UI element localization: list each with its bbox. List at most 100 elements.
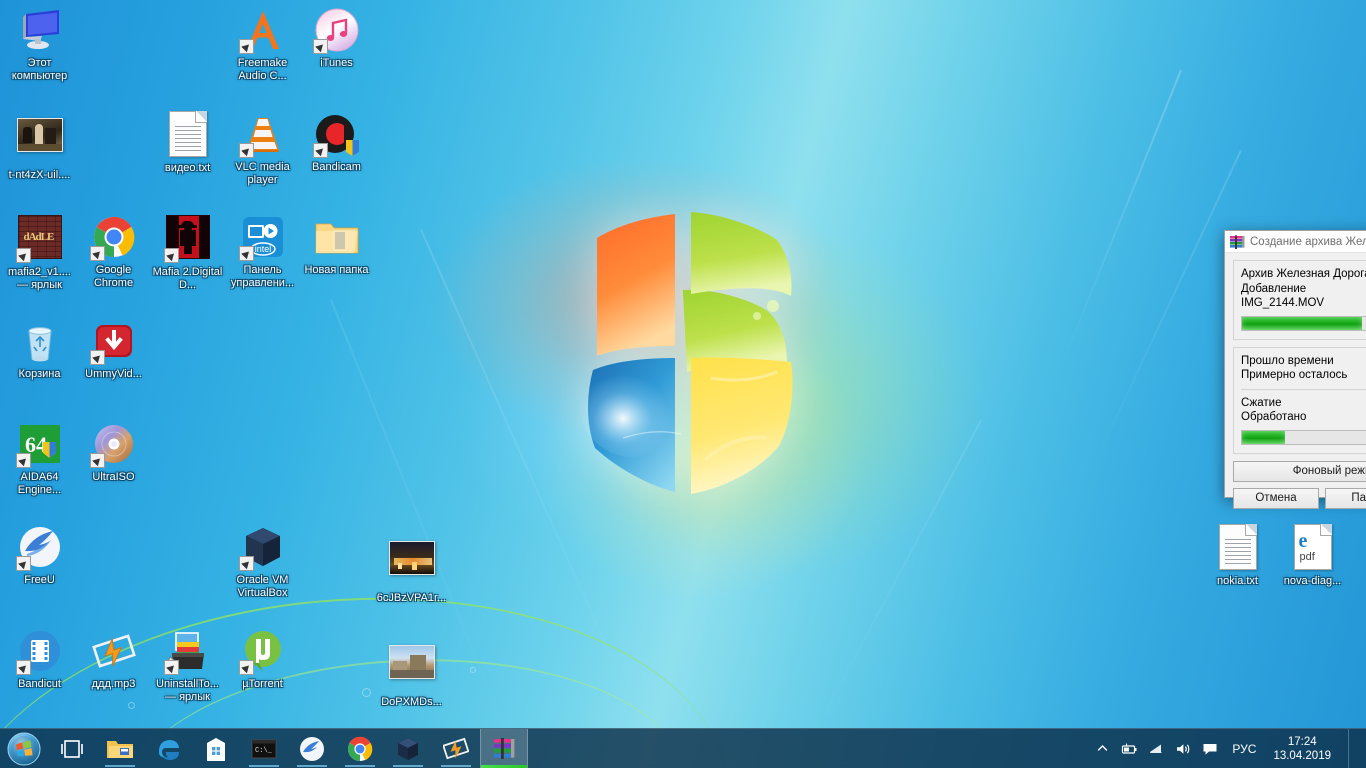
- desktop-icon[interactable]: intel Панель управлени...: [225, 213, 300, 289]
- desktop-icon-label: FreeU: [24, 574, 55, 586]
- desktop-icon[interactable]: ддд.mp3: [76, 627, 151, 691]
- processed-label: Обработано: [1241, 411, 1307, 423]
- taskbar-item-explorer[interactable]: [96, 729, 144, 768]
- txt-icon: [1214, 524, 1262, 572]
- wallpaper-streak: [1100, 150, 1242, 450]
- desktop-icon[interactable]: Bandicut: [2, 627, 77, 691]
- desktop-icon-label: iTunes: [320, 57, 353, 69]
- desktop-icon[interactable]: t-nt4zX-uil....: [2, 110, 77, 182]
- cancel-button[interactable]: Отмена: [1233, 487, 1319, 509]
- wifi-icon[interactable]: [1147, 740, 1165, 758]
- dialog-titlebar[interactable]: Создание архива Железная Дорога.rar: [1225, 231, 1366, 253]
- desktop-icon[interactable]: 64 AIDA64 Engine...: [2, 420, 77, 496]
- shortcut-arrow-icon: [238, 143, 254, 158]
- volume-icon[interactable]: [1174, 740, 1192, 758]
- taskbar-item-virtualbox[interactable]: [384, 729, 432, 768]
- desktop-icon[interactable]: Freemake Audio C...: [225, 6, 300, 82]
- desktop-icon[interactable]: Новая папка: [299, 213, 374, 277]
- battery-icon[interactable]: [1120, 740, 1138, 758]
- desktop-icon[interactable]: UmmyVid...: [76, 317, 151, 381]
- total-progress-bar: [1241, 315, 1366, 331]
- desktop-icon[interactable]: nokia.txt: [1200, 523, 1275, 588]
- recycle-icon: [16, 317, 64, 365]
- bandicam-icon: [312, 110, 361, 158]
- desktop-icon[interactable]: VLC media player: [225, 110, 300, 186]
- desktop-icon[interactable]: Этот компьютер: [2, 6, 77, 82]
- vbox-icon: [238, 523, 287, 571]
- desktop-icon-label: Mafia 2.Digital D...: [152, 266, 223, 291]
- chrome-icon: [89, 213, 138, 261]
- show-desktop-button[interactable]: [1348, 728, 1358, 768]
- desktop-icon-label: UmmyVid...: [85, 368, 142, 380]
- file-progress-bar: [1241, 429, 1366, 445]
- desktop-icon[interactable]: Oracle VM VirtualBox: [225, 523, 300, 599]
- desktop-icon[interactable]: UninstallTo... — ярлык: [150, 627, 225, 703]
- clock[interactable]: 17:24 13.04.2019: [1269, 735, 1337, 763]
- taskbar-running-indicator: [297, 764, 327, 767]
- windows-orb-icon: [7, 732, 41, 765]
- desktop[interactable]: Этот компьютер t-nt4zX-uil.... видео.txt …: [0, 0, 1366, 768]
- archive-file-line: IMG_2144.MOV: [1241, 297, 1325, 309]
- show-hidden-icons-chevron-icon[interactable]: [1093, 740, 1111, 758]
- desktop-icon[interactable]: Bandicam: [299, 110, 374, 174]
- uninstall-icon: [163, 627, 212, 675]
- remaining-label: Примерно осталось: [1241, 369, 1348, 381]
- winrar-progress-dialog[interactable]: Создание архива Железная Дорога.rar Архи…: [1224, 230, 1366, 509]
- desktop-icon-label: Bandicam: [312, 161, 361, 173]
- taskbar-item-cmd[interactable]: C:\_: [240, 729, 288, 768]
- language-indicator[interactable]: РУС: [1228, 742, 1260, 756]
- itunes-icon: [312, 6, 361, 54]
- desktop-icon-label: 6cJBzVPA1r...: [376, 592, 447, 604]
- wallpaper-bubble: [470, 667, 476, 673]
- desktop-icon[interactable]: dAdLE mafia2_v1.... — ярлык: [2, 213, 77, 291]
- taskbar-item-freeu[interactable]: [288, 729, 336, 768]
- desktop-icon[interactable]: DoPXMDs...: [374, 637, 449, 709]
- taskbar-item-task-view[interactable]: [48, 729, 96, 768]
- shortcut-arrow-icon: [312, 39, 328, 54]
- taskbar-item-edge[interactable]: [144, 729, 192, 768]
- desktop-icon[interactable]: FreeU: [2, 523, 77, 587]
- action-center-icon[interactable]: [1201, 740, 1219, 758]
- desktop-icon-label: Панель управлени...: [230, 264, 295, 289]
- taskbar-running-indicator: [441, 764, 471, 767]
- ultraiso-icon: [89, 420, 138, 468]
- wallpaper-bubble: [362, 688, 371, 697]
- taskbar[interactable]: C:\_ РУС 17:24 13.04.2019: [0, 728, 1366, 768]
- aida64-icon: 64: [15, 420, 64, 468]
- intel-icon: intel: [238, 213, 287, 261]
- desktop-icon-label: DoPXMDs...: [381, 696, 442, 708]
- shortcut-arrow-icon: [163, 248, 179, 263]
- wallpaper-streak: [810, 420, 982, 739]
- desktop-icon[interactable]: iTunes: [299, 6, 374, 70]
- wallpaper-streak: [1067, 70, 1182, 349]
- desktop-icon-label: Корзина: [18, 368, 61, 380]
- desktop-icon[interactable]: 6cJBzVPA1r...: [374, 533, 449, 605]
- desktop-icon[interactable]: Mafia 2.Digital D...: [150, 213, 225, 291]
- desktop-icon-label: mafia2_v1.... — ярлык: [8, 266, 71, 291]
- taskbar-running-apps[interactable]: C:\_: [48, 728, 528, 768]
- photo3-icon: [388, 645, 436, 693]
- taskbar-item-winrar[interactable]: [480, 728, 528, 768]
- desktop-icon[interactable]: e pdf nova-diag...: [1275, 523, 1350, 588]
- desktop-icon[interactable]: UltraISO: [76, 420, 151, 484]
- taskbar-item-chrome[interactable]: [336, 729, 384, 768]
- taskbar-running-indicator: [393, 764, 423, 767]
- clock-time: 17:24: [1287, 735, 1317, 748]
- shortcut-arrow-icon: [15, 556, 31, 571]
- desktop-icon[interactable]: µTorrent: [225, 627, 300, 691]
- mafia2-icon: [163, 215, 212, 263]
- shortcut-arrow-icon: [312, 143, 328, 158]
- background-mode-button[interactable]: Фоновый режим: [1233, 460, 1366, 482]
- parameters-button[interactable]: Параметры: [1325, 487, 1366, 509]
- desktop-icon[interactable]: Google Chrome: [76, 213, 151, 289]
- desktop-icon[interactable]: видео.txt: [150, 110, 225, 175]
- system-tray[interactable]: РУС 17:24 13.04.2019: [1093, 728, 1366, 768]
- taskbar-item-store[interactable]: [192, 729, 240, 768]
- start-button[interactable]: [0, 729, 48, 768]
- elapsed-label: Прошло времени: [1241, 354, 1334, 367]
- taskbar-running-indicator: [249, 764, 279, 767]
- utorrent-icon: [238, 627, 287, 675]
- ummy-icon: [89, 317, 138, 365]
- taskbar-item-winamp[interactable]: [432, 729, 480, 768]
- desktop-icon[interactable]: Корзина: [2, 317, 77, 381]
